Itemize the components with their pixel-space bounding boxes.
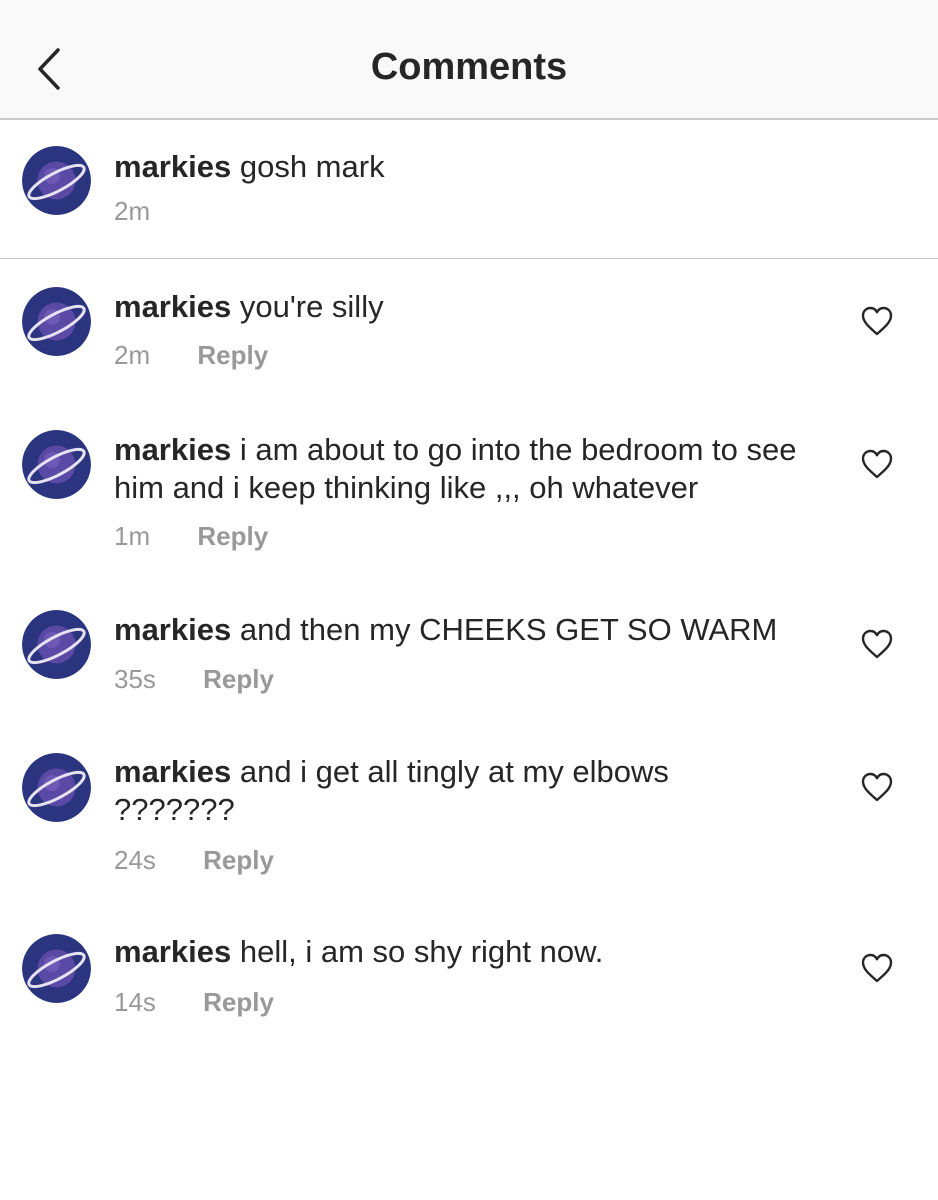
heart-outline-icon[interactable]: [860, 448, 894, 480]
comment-text: markies you're silly: [114, 288, 814, 326]
avatar[interactable]: [22, 934, 91, 1003]
caption-text: markies gosh mark: [114, 148, 814, 186]
comment-meta: 2m Reply: [114, 340, 268, 371]
comment-meta: 1m Reply: [114, 521, 268, 552]
comment-meta: 35s Reply: [114, 664, 274, 695]
username[interactable]: markies: [114, 289, 231, 324]
comment-text: markies and then my CHEEKS GET SO WARM: [114, 611, 814, 649]
caption-comment: markies gosh mark 2m: [0, 120, 938, 259]
reply-button[interactable]: Reply: [203, 664, 274, 695]
username[interactable]: markies: [114, 612, 231, 647]
avatar[interactable]: [22, 753, 91, 822]
heart-outline-icon[interactable]: [860, 952, 894, 984]
timestamp: 2m: [114, 196, 151, 226]
username[interactable]: markies: [114, 934, 231, 969]
timestamp: 24s: [114, 845, 156, 875]
timestamp: 14s: [114, 987, 156, 1017]
page-title: Comments: [370, 46, 568, 88]
comment-body: and then my CHEEKS GET SO WARM: [239, 612, 778, 647]
heart-outline-icon[interactable]: [860, 305, 894, 337]
comment-body: hell, i am so shy right now.: [239, 934, 604, 969]
comment-meta: 14s Reply: [114, 987, 274, 1018]
username[interactable]: markies: [114, 149, 231, 184]
avatar[interactable]: [22, 430, 91, 499]
comment-item: markies hell, i am so shy right now. 14s…: [0, 910, 938, 1040]
comment-body: you're silly: [239, 289, 384, 324]
comment-text: markies i am about to go into the bedroo…: [114, 431, 814, 507]
reply-button[interactable]: Reply: [203, 845, 274, 876]
reply-button[interactable]: Reply: [197, 521, 268, 552]
comment-item: markies and then my CHEEKS GET SO WARM 3…: [0, 586, 938, 716]
comment-item: markies i am about to go into the bedroo…: [0, 405, 938, 575]
reply-button[interactable]: Reply: [203, 987, 274, 1018]
header-bar: Comments: [0, 0, 938, 120]
avatar[interactable]: [22, 146, 91, 215]
comment-meta: 2m: [114, 196, 150, 227]
username[interactable]: markies: [114, 754, 231, 789]
comment-item: markies you're silly 2m Reply: [0, 262, 938, 392]
comment-text: markies hell, i am so shy right now.: [114, 933, 814, 971]
heart-outline-icon[interactable]: [860, 771, 894, 803]
comment-body: gosh mark: [239, 149, 385, 184]
comment-item: markies and i get all tingly at my elbow…: [0, 729, 938, 899]
avatar[interactable]: [22, 610, 91, 679]
reply-button[interactable]: Reply: [197, 340, 268, 371]
timestamp: 1m: [114, 521, 151, 551]
timestamp: 2m: [114, 340, 151, 370]
username[interactable]: markies: [114, 432, 231, 467]
timestamp: 35s: [114, 664, 156, 694]
avatar[interactable]: [22, 287, 91, 356]
comment-meta: 24s Reply: [114, 845, 274, 876]
comment-text: markies and i get all tingly at my elbow…: [114, 753, 674, 829]
heart-outline-icon[interactable]: [860, 628, 894, 660]
